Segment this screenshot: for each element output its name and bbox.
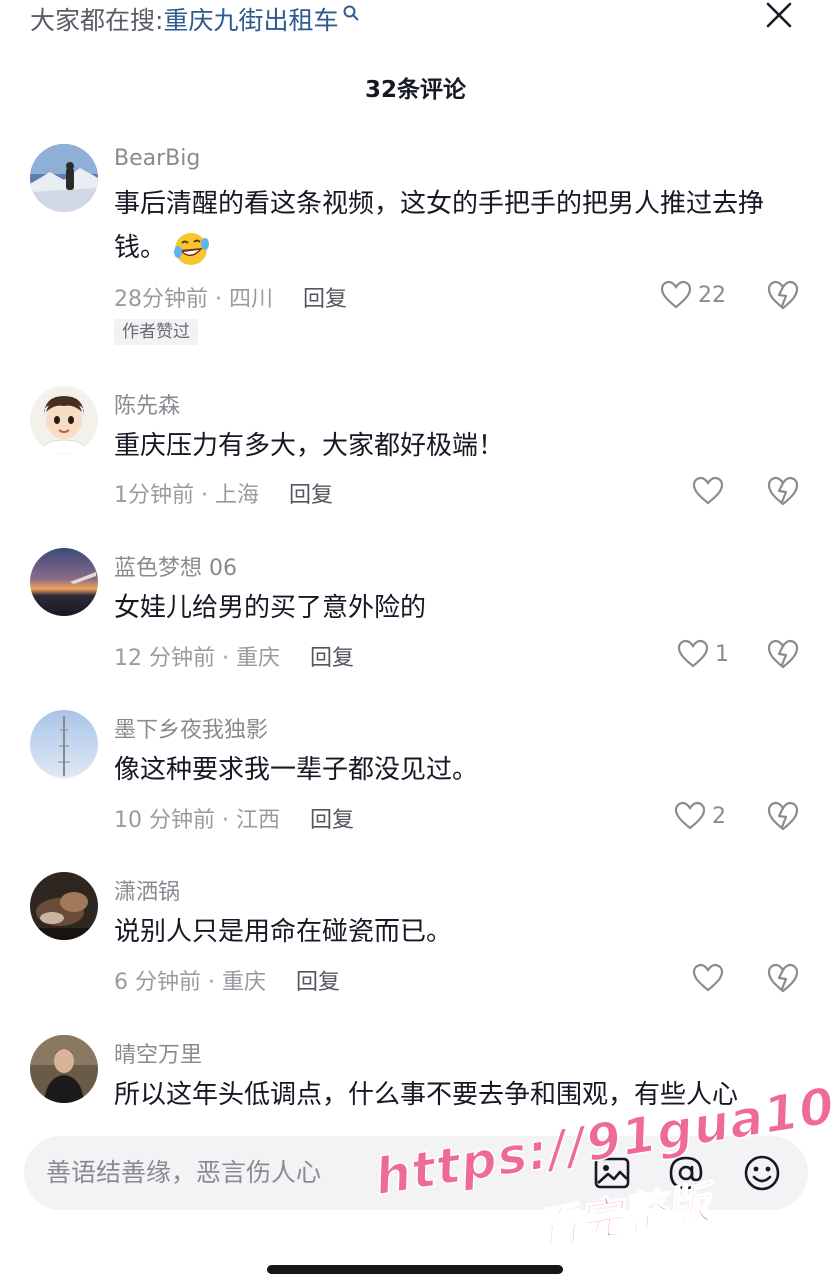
avatar[interactable] <box>30 386 98 454</box>
comment-text-content: 事后清醒的看这条视频，这女的手把手的把男人推过去挣钱。 <box>114 189 765 263</box>
avatar[interactable] <box>30 548 98 616</box>
like-button[interactable]: 22 <box>660 279 726 311</box>
avatar[interactable] <box>30 710 98 778</box>
like-count: 2 <box>712 803 726 829</box>
comment-meta: 10 分钟前 · 江西 回复 <box>114 802 354 834</box>
mention-icon[interactable] <box>666 1153 706 1193</box>
reply-button[interactable]: 回复 <box>289 477 333 509</box>
comment-text: 说别人只是用命在碰瓷而已。 <box>114 917 453 947</box>
comment-text: 事后清醒的看这条视频，这女的手把手的把男人推过去挣钱。 <box>114 182 794 270</box>
comment-username[interactable]: 潇洒锅 <box>114 874 180 906</box>
like-count: 1 <box>715 641 729 667</box>
comment-meta: 12 分钟前 · 重庆 回复 <box>114 640 354 672</box>
heart-icon <box>660 280 692 309</box>
comment-meta: 6 分钟前 · 重庆 回复 <box>114 964 340 996</box>
home-indicator[interactable] <box>267 1265 563 1274</box>
comment-time-location: 10 分钟前 · 江西 <box>114 808 280 833</box>
comment-time-location: 1分钟前 · 上海 <box>114 483 259 508</box>
reply-button[interactable]: 回复 <box>310 802 354 834</box>
heart-icon <box>674 801 706 830</box>
comment-text: 重庆压力有多大，大家都好极端！ <box>114 431 505 461</box>
reply-button[interactable]: 回复 <box>296 964 340 996</box>
comment-username[interactable]: 陈先森 <box>114 388 180 420</box>
comment-username[interactable]: BearBig <box>114 146 200 171</box>
heart-icon <box>677 639 709 668</box>
comment-username[interactable]: 蓝色梦想 06 <box>114 550 237 582</box>
reply-button[interactable]: 回复 <box>303 281 347 313</box>
like-button[interactable] <box>692 475 724 507</box>
comment-time-location: 28分钟前 · 四川 <box>114 287 273 312</box>
comment-list[interactable]: BearBig 事后清醒的看这条视频，这女的手把手的把男人推过去挣钱。 28分钟… <box>0 0 831 1120</box>
dislike-heart-icon[interactable] <box>766 474 800 508</box>
heart-icon <box>692 963 724 992</box>
like-button[interactable]: 1 <box>677 638 729 670</box>
comment-username[interactable]: 墨下乡夜我独影 <box>114 712 268 744</box>
avatar[interactable] <box>30 144 98 212</box>
dislike-heart-icon[interactable] <box>766 799 800 833</box>
comment-username[interactable]: 晴空万里 <box>114 1037 202 1069</box>
avatar[interactable] <box>30 872 98 940</box>
comment-time-location: 12 分钟前 · 重庆 <box>114 646 280 671</box>
comment-time-location: 6 分钟前 · 重庆 <box>114 970 266 995</box>
dislike-heart-icon[interactable] <box>766 637 800 671</box>
reply-button[interactable]: 回复 <box>310 640 354 672</box>
comment-text: 所以这年头低调点，什么事不要去争和围观，有些人心 <box>114 1080 739 1110</box>
comment-input[interactable]: 善语结善缘，恶言伤人心 <box>24 1136 808 1210</box>
like-button[interactable] <box>692 962 724 994</box>
comment-input-placeholder: 善语结善缘，恶言伤人心 <box>46 1158 322 1187</box>
dislike-heart-icon[interactable] <box>766 278 800 312</box>
avatar[interactable] <box>30 1035 98 1103</box>
rolling-on-floor-laughing-emoji-icon <box>174 232 210 265</box>
comment-text: 像这种要求我一辈子都没见过。 <box>114 755 479 785</box>
comment-meta: 28分钟前 · 四川 回复 <box>114 281 347 313</box>
emoji-icon[interactable] <box>742 1153 782 1193</box>
like-count: 22 <box>698 282 726 308</box>
author-liked-badge: 作者赞过 <box>114 319 198 345</box>
comment-input-bar: 善语结善缘，恶言伤人心 <box>0 1120 831 1280</box>
heart-icon <box>692 476 724 505</box>
comment-meta: 1分钟前 · 上海 回复 <box>114 477 333 509</box>
image-icon[interactable] <box>592 1153 632 1193</box>
dislike-heart-icon[interactable] <box>766 961 800 995</box>
comment-text: 女娃儿给男的买了意外险的 <box>114 593 427 623</box>
like-button[interactable]: 2 <box>674 800 726 832</box>
